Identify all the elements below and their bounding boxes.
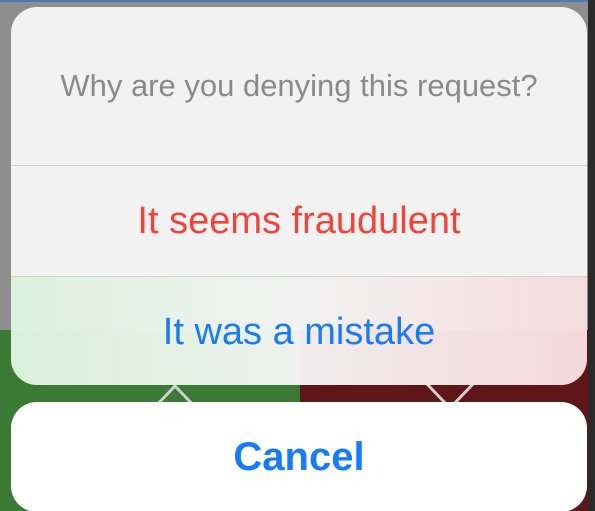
screen-edge — [588, 0, 595, 511]
top-border — [0, 0, 595, 2]
cancel-button[interactable]: Cancel — [11, 402, 587, 511]
mistake-button[interactable]: It was a mistake — [11, 277, 587, 385]
action-sheet: Why are you denying this request? It see… — [11, 7, 587, 385]
screen: Why are you denying this request? It see… — [0, 0, 595, 511]
action-sheet-header: Why are you denying this request? — [11, 7, 587, 165]
action-sheet-title: Why are you denying this request? — [60, 68, 538, 103]
fraudulent-button[interactable]: It seems fraudulent — [11, 166, 587, 276]
